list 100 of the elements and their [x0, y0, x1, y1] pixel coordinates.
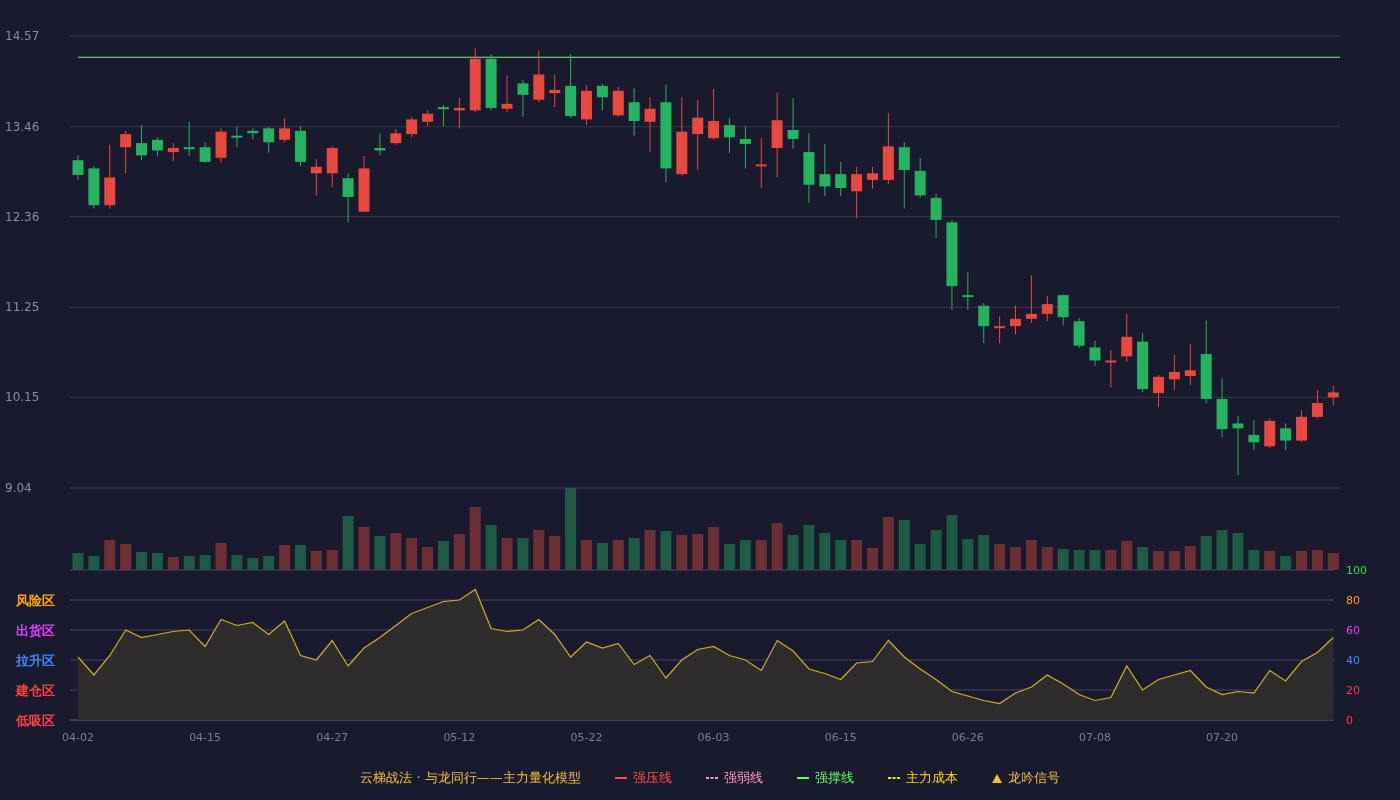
candlestick: [167, 142, 179, 162]
candlestick: [374, 132, 386, 156]
volume-bar: [263, 556, 275, 570]
volume-bar: [1311, 550, 1323, 570]
volume-bar: [1057, 549, 1069, 570]
volume-bar: [596, 543, 608, 570]
volume-bar: [437, 541, 449, 570]
volume-bar: [167, 557, 179, 570]
volume-bar: [1025, 540, 1037, 570]
legend-label: 主力成本: [905, 769, 958, 787]
candlestick: [930, 193, 942, 239]
volume-bar: [1327, 553, 1339, 570]
volume-bar: [867, 548, 878, 570]
candlestick: [1073, 317, 1085, 349]
zone-label: 风险区: [16, 593, 55, 608]
volume-bar: [581, 540, 592, 570]
volume-bar: [453, 534, 465, 570]
candlestick: [867, 166, 878, 190]
candlestick: [898, 141, 910, 209]
volume-bar: [835, 540, 847, 570]
candlestick: [851, 166, 863, 219]
volume-bar: [819, 533, 831, 570]
volume-bar: [533, 530, 545, 570]
candlestick: [692, 99, 704, 171]
volume-bar: [660, 531, 672, 570]
candlestick: [72, 154, 84, 181]
candlestick: [1057, 293, 1069, 326]
candlestick: [978, 302, 990, 344]
volume-bar: [406, 538, 418, 570]
candlestick: [739, 125, 751, 169]
y-axis-label: 10.15: [5, 390, 40, 405]
zone-label: 拉升区: [16, 653, 55, 668]
candlestick: [390, 128, 402, 146]
volume-bar: [946, 515, 958, 570]
date-label: 07-20: [1206, 731, 1239, 744]
y-axis-label: 100: [1346, 564, 1367, 577]
volume-bar: [1184, 546, 1196, 570]
y-axis-label: 80: [1346, 594, 1360, 607]
volume-bar: [978, 535, 990, 570]
candlestick: [310, 158, 322, 196]
date-label: 06-26: [951, 731, 984, 744]
volume-bar: [1232, 533, 1244, 570]
zone-label: 出货区: [16, 623, 55, 638]
volume-bar: [517, 538, 529, 570]
volume-bar: [1280, 556, 1292, 570]
candlestick: [1311, 389, 1323, 419]
volume-bar: [358, 527, 370, 570]
volume-bar: [994, 544, 1006, 570]
candlestick: [517, 79, 529, 118]
candlestick: [199, 141, 211, 164]
candlestick: [533, 50, 545, 103]
volume-bar: [1264, 551, 1276, 570]
legend-label: 龙吟信号: [1007, 769, 1060, 787]
date-label: 07-08: [1079, 731, 1111, 744]
candlestick: [612, 86, 624, 118]
volume-bar: [120, 544, 132, 570]
volume-bar: [215, 543, 227, 570]
candlestick: [596, 83, 608, 111]
y-axis-label: 12.36: [5, 209, 40, 224]
volume-bar: [1216, 530, 1228, 570]
volume-bar: [136, 552, 148, 570]
volume-bar: [88, 556, 100, 570]
volume-bar: [422, 547, 434, 570]
y-axis-label: 40: [1346, 654, 1360, 667]
volume-bar: [1153, 551, 1164, 570]
candlestick: [787, 97, 799, 150]
candlestick: [644, 96, 656, 153]
chart-title: 云梯战法 · 与龙同行——主力量化模型: [360, 769, 581, 787]
candlestick: [1041, 295, 1053, 322]
volume-bar: [1200, 536, 1212, 570]
volume-bar: [882, 517, 894, 570]
candlestick: [120, 130, 132, 174]
volume-bar: [755, 540, 767, 570]
volume-bar: [612, 540, 624, 570]
candlestick: [914, 157, 926, 199]
y-axis-label: 13.46: [5, 119, 40, 134]
candlestick: [1216, 377, 1228, 438]
zone-label: 低吸区: [16, 713, 55, 728]
date-label: 05-12: [443, 731, 476, 744]
volume-bar: [851, 540, 863, 570]
y-axis-label: 9.04: [5, 481, 32, 495]
candlestick: [453, 97, 465, 129]
volume-bar: [342, 516, 354, 570]
volume-bar: [771, 523, 783, 570]
volume-bar: [1105, 550, 1117, 570]
candlestick: [406, 116, 418, 138]
volume-bar: [231, 555, 243, 570]
candlestick: [803, 132, 815, 204]
date-label: 06-15: [824, 731, 857, 744]
volume-bar: [104, 540, 116, 570]
candlestick: [294, 125, 306, 167]
candlestick: [342, 172, 354, 223]
y-axis-label: 11.25: [5, 300, 40, 315]
candlestick: [1010, 305, 1021, 335]
volume-bar: [962, 539, 974, 570]
candlestick: [469, 47, 481, 113]
candlestick: [279, 117, 291, 143]
candlestick: [962, 271, 974, 311]
volume-bar: [1089, 550, 1101, 570]
volume-bar: [1073, 550, 1085, 570]
